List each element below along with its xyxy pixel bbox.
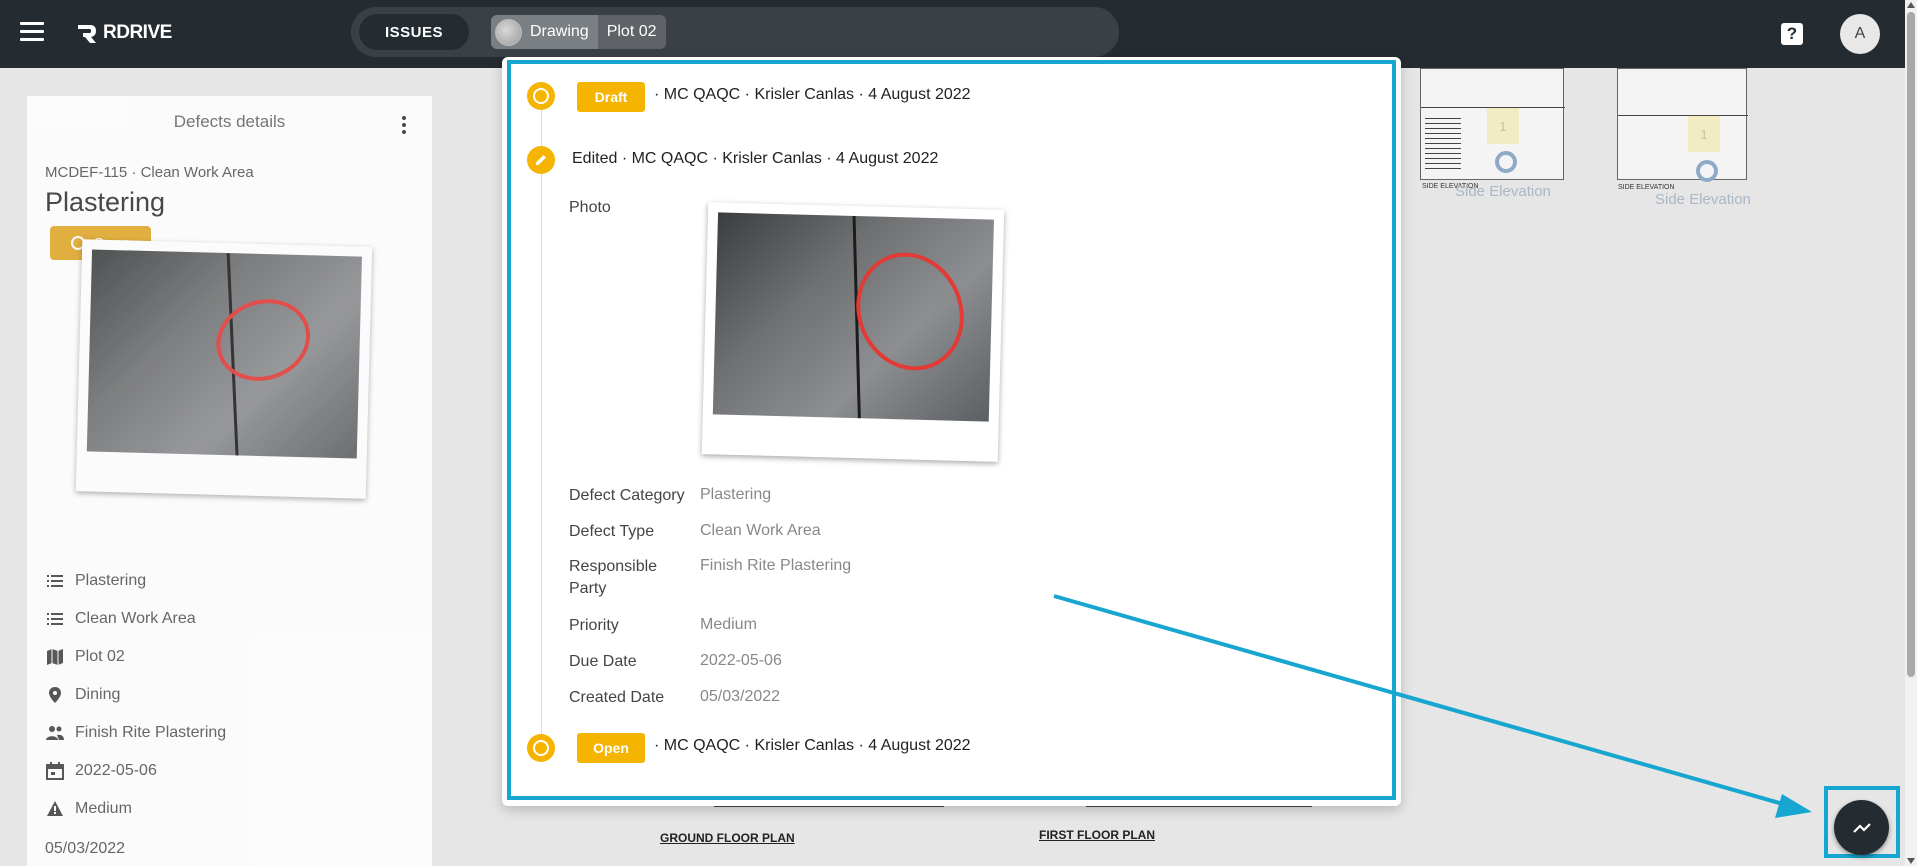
calendar-icon bbox=[45, 761, 65, 781]
elevation-label-2: Side Elevation bbox=[1655, 191, 1751, 208]
draft-status-chip: Draft bbox=[577, 82, 645, 112]
edited-entry-meta: Edited · MC QAQC · Krisler Canlas · 4 Au… bbox=[572, 150, 939, 167]
plan-dimension-line-2 bbox=[1086, 806, 1312, 807]
issues-tab[interactable]: ISSUES bbox=[359, 14, 469, 50]
plot-chip[interactable]: Plot 02 bbox=[597, 15, 666, 49]
attr-plot: Plot 02 bbox=[45, 638, 226, 676]
open-status-icon bbox=[527, 734, 555, 762]
elevation-small-label-2: SIDE ELEVATION bbox=[1618, 184, 1675, 191]
defect-type-value: Clean Work Area bbox=[700, 522, 821, 539]
attr-priority: Medium bbox=[45, 790, 226, 828]
attr-due-date: 2022-05-06 bbox=[45, 752, 226, 790]
priority-label: Priority bbox=[569, 617, 619, 634]
defect-title: Plastering bbox=[45, 187, 166, 217]
app-name: RDRIVE bbox=[103, 22, 172, 43]
app-logo[interactable]: RDRIVE bbox=[75, 20, 172, 46]
ground-floor-plan-label: GROUND FLOOR PLAN bbox=[660, 831, 795, 845]
modal-photo-image bbox=[712, 212, 994, 422]
attr-label: Dining bbox=[75, 686, 121, 703]
due-date-value: 2022-05-06 bbox=[700, 652, 782, 669]
created-date: 05/03/2022 bbox=[45, 840, 126, 857]
attr-label: Plastering bbox=[75, 572, 147, 589]
pin-marker-2[interactable] bbox=[1696, 160, 1718, 182]
drawing-chip[interactable]: Drawing bbox=[491, 15, 598, 49]
logo-mark-icon bbox=[75, 21, 99, 45]
attr-type: Clean Work Area bbox=[45, 600, 226, 638]
priority-value: Medium bbox=[700, 616, 757, 633]
modal-defect-photo[interactable] bbox=[701, 202, 1005, 462]
first-floor-plan-label: FIRST FLOOR PLAN bbox=[1039, 828, 1155, 842]
edit-pencil-icon bbox=[527, 146, 555, 174]
page-scrollbar[interactable] bbox=[1905, 0, 1917, 866]
defect-category-label: Defect Category bbox=[569, 487, 685, 504]
list-icon bbox=[45, 609, 65, 629]
attr-label: Finish Rite Plastering bbox=[75, 724, 227, 741]
list-icon bbox=[45, 571, 65, 591]
user-avatar[interactable]: A bbox=[1840, 14, 1880, 54]
plot-chip-label: Plot 02 bbox=[606, 23, 657, 40]
attr-category: Plastering bbox=[45, 562, 226, 600]
drawing-breadcrumb[interactable]: Drawing Plot 02 bbox=[491, 15, 666, 49]
open-status-chip: Open bbox=[577, 733, 645, 763]
draft-status-icon bbox=[527, 82, 555, 110]
more-options-icon[interactable] bbox=[394, 116, 414, 136]
defect-photo[interactable] bbox=[75, 239, 373, 499]
attr-label: Clean Work Area bbox=[75, 610, 196, 627]
created-date-label: Created Date bbox=[569, 689, 665, 706]
marker-number-1: 1 bbox=[1487, 108, 1519, 144]
location-pin-icon bbox=[45, 685, 65, 705]
panel-title: Defects details bbox=[173, 112, 286, 131]
attr-location: Dining bbox=[45, 676, 226, 714]
trend-chart-fab[interactable] bbox=[1834, 800, 1889, 855]
warning-icon bbox=[45, 799, 65, 819]
defect-photo-image bbox=[86, 249, 362, 459]
elevation-label-1: Side Elevation bbox=[1455, 183, 1551, 200]
scroll-up-icon[interactable] bbox=[1907, 2, 1915, 8]
attr-responsible: Finish Rite Plastering bbox=[45, 714, 226, 752]
created-date-value: 05/03/2022 bbox=[700, 688, 781, 705]
scrollbar-thumb[interactable] bbox=[1907, 12, 1915, 677]
pin-marker-1[interactable] bbox=[1495, 151, 1517, 173]
defect-attributes: Plastering Clean Work Area Plot 02 Dinin… bbox=[45, 562, 226, 828]
defect-reference: MCDEF-115 · Clean Work Area bbox=[45, 164, 254, 181]
elevation-drawing-2 bbox=[1617, 68, 1748, 180]
defect-category-value: Plastering bbox=[700, 486, 772, 503]
breadcrumb-bar: ISSUES Drawing Plot 02 bbox=[351, 7, 1119, 57]
entry-meta: · MC QAQC · Krisler Canlas · 4 August 20… bbox=[654, 737, 971, 754]
due-date-label: Due Date bbox=[569, 653, 637, 670]
drawing-thumbnail bbox=[495, 18, 522, 46]
responsible-party-label: Responsible Party bbox=[569, 558, 658, 597]
drawing-chip-label: Drawing bbox=[530, 23, 589, 40]
marker-number-2: 1 bbox=[1688, 116, 1720, 152]
attr-label: Plot 02 bbox=[75, 648, 125, 665]
photo-field-label: Photo bbox=[569, 199, 611, 216]
plan-dimension-line-1 bbox=[714, 806, 944, 807]
responsible-party-value: Finish Rite Plastering bbox=[700, 557, 852, 574]
hamburger-menu-icon[interactable] bbox=[20, 22, 44, 42]
defects-details-panel: Defects details MCDEF-115 · Clean Work A… bbox=[27, 96, 432, 866]
entry-meta: · MC QAQC · Krisler Canlas · 4 August 20… bbox=[654, 86, 971, 103]
trending-up-icon bbox=[1852, 822, 1871, 833]
attr-label: Medium bbox=[75, 800, 132, 817]
defect-type-label: Defect Type bbox=[569, 523, 655, 540]
map-icon bbox=[45, 647, 65, 667]
scroll-down-icon[interactable] bbox=[1907, 858, 1915, 864]
people-icon bbox=[45, 723, 65, 743]
timeline-line bbox=[541, 110, 542, 760]
help-icon[interactable]: ? bbox=[1781, 23, 1803, 45]
attr-label: 2022-05-06 bbox=[75, 762, 157, 779]
